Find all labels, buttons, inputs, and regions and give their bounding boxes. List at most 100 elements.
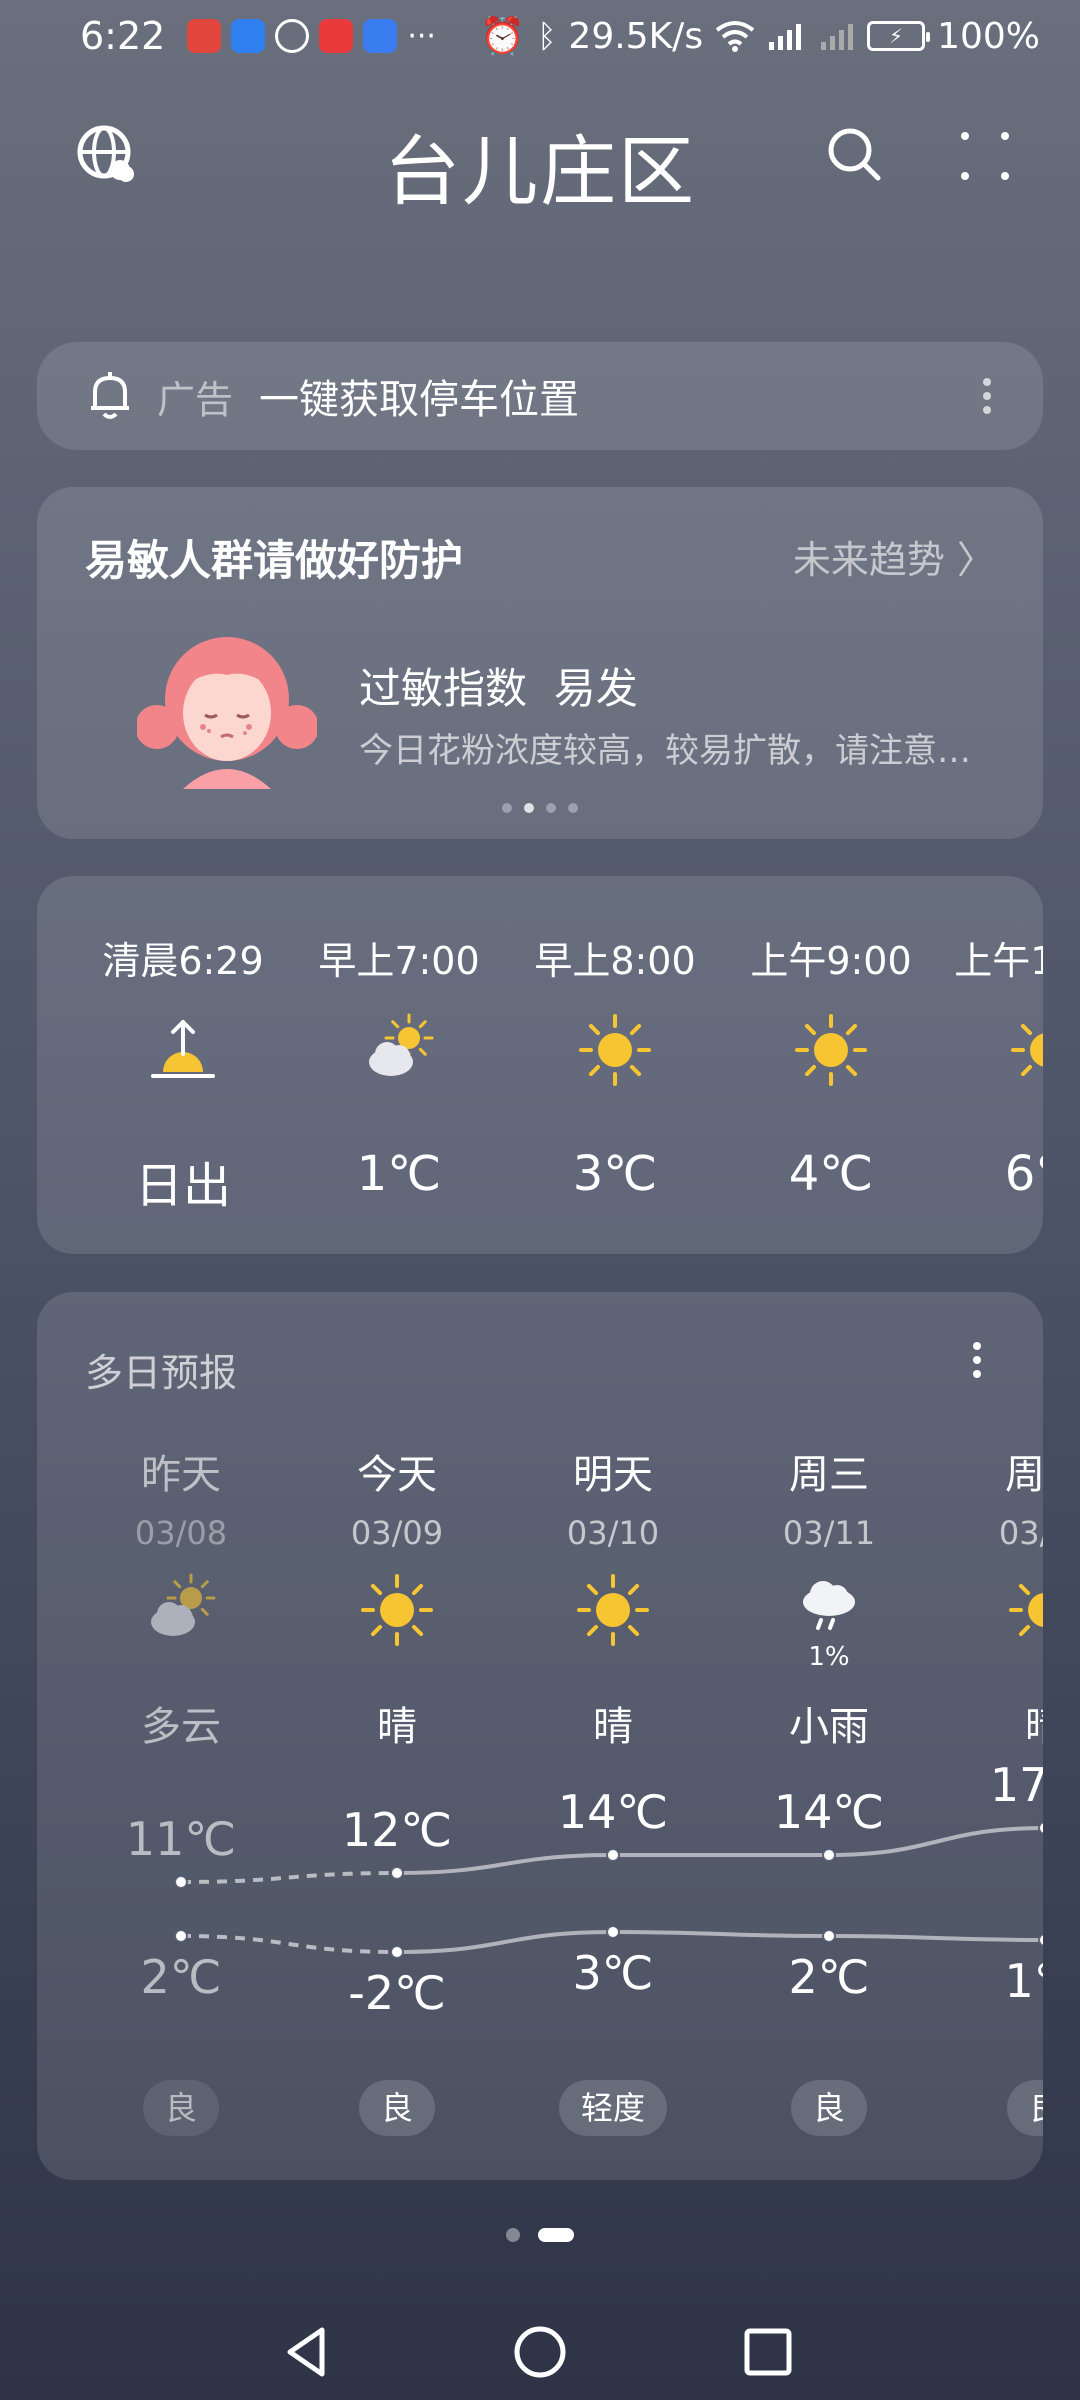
daily-item[interactable]: 明天 03/10 晴 14℃ 3℃ 轻度 [505,1292,721,2180]
aqi-badge: 良 [1006,2080,1043,2136]
ad-text[interactable]: 一键获取停车位置 [259,367,579,425]
allergy-index: 过敏指数 易发 [359,655,638,716]
ad-tag: 广告 [157,377,234,422]
day-condition: 晴 [593,1704,633,1750]
light-rain-icon [791,1572,867,1648]
home-icon[interactable] [508,2320,572,2384]
sunny-icon [1007,1572,1043,1648]
hourly-time: 上午9:00 [750,939,912,983]
net-speed: 29.5K/s [568,15,704,57]
day-date: 03/10 [566,1514,660,1552]
hourly-item[interactable]: 早上7:00 1℃ [289,876,509,1254]
day-name: 昨天 [141,1452,221,1498]
day-condition: 小雨 [789,1704,869,1750]
day-name: 今天 [357,1452,437,1498]
battery-icon: ⚡ [867,21,931,51]
day-high-temp: 14℃ [557,1785,669,1839]
hourly-value: 4℃ [788,1146,874,1202]
partly-cloudy-icon [361,1012,437,1088]
future-trend-link[interactable]: 未来趋势 〉 [793,529,995,584]
allergy-girl-illustration [137,637,317,789]
carousel-dot [546,803,556,813]
ad-more-icon[interactable] [981,376,993,416]
day-date: 03/12 [998,1514,1043,1552]
top-bar: 台儿庄区 [0,100,1080,216]
day-name: 明天 [573,1452,653,1498]
hourly-value: 3℃ [572,1146,658,1202]
signal-icon [769,24,802,50]
day-low-temp: 2℃ [788,1950,870,2004]
sunny-icon [575,1572,651,1648]
aqi-badge: 轻度 [558,2080,668,2136]
carousel-dots [37,803,1043,813]
page-dot-active [538,2228,574,2242]
day-name: 周四 [1005,1452,1043,1498]
allergy-index-label: 过敏指数 [359,664,528,713]
sunny-icon [1009,1012,1043,1088]
more-notifications-icon: ··· [407,18,436,54]
allergy-index-level: 易发 [553,664,638,713]
partly-cloudy-icon [143,1572,219,1648]
day-high-temp: 12℃ [341,1803,453,1857]
hourly-item[interactable]: 早上8:00 3℃ [505,876,725,1254]
search-icon[interactable] [824,124,884,184]
wifi-icon [715,21,755,52]
ad-banner[interactable]: 广告 一键获取停车位置 [37,342,1043,450]
allergy-description: 今日花粉浓度较高，较易扩散，请注意… [359,731,971,771]
hourly-time: 早上7:00 [318,939,480,983]
bell-icon [91,372,129,419]
more-options-icon[interactable] [955,126,1015,186]
aqi-badge: 良 [358,2080,436,2136]
day-date: 03/08 [134,1514,228,1552]
bluetooth-icon: ᛒ [537,17,557,55]
baidu-app-icon [363,19,398,53]
wechat-icon [275,19,310,53]
sunny-icon [577,1012,653,1088]
signal-2-icon [821,24,854,50]
daily-item[interactable]: 周三 03/11 1% 小雨 14℃ 2℃ 良 [721,1292,937,2180]
hourly-value: 日出 [134,1158,231,1214]
carousel-dot-active [524,803,534,813]
battery-percent: 100% [937,15,1040,57]
status-bar: 6:22 ··· ⏰ ᛒ 29.5K/s ⚡ 100% [0,0,1080,72]
day-high-temp: 14℃ [773,1785,885,1839]
day-low-temp: 2℃ [140,1950,222,2004]
carousel-dot [568,803,578,813]
shield-app-icon [231,19,266,53]
hourly-item[interactable]: 上午9:00 4℃ [721,876,941,1254]
daily-forecast-card[interactable]: 多日预报 昨天 03/08 多云 11℃ 2℃ 良 今天 03/09 晴 12℃… [37,1292,1043,2180]
back-icon[interactable] [276,2320,340,2384]
day-high-temp: 17℃ [989,1758,1043,1812]
day-low-temp: -2℃ [348,1966,446,2020]
recents-icon[interactable] [736,2320,800,2384]
hourly-item[interactable]: 上午10:00 6℃ [937,876,1043,1254]
precip-chance: 1% [808,1642,850,1672]
allergy-card[interactable]: 易敏人群请做好防护 未来趋势 〉 过敏指数 易发 今日花粉浓度较高，较易扩散，请… [37,487,1043,839]
daily-item[interactable]: 周四 03/12 晴 17℃ 1℃ 良 [937,1292,1043,2180]
navigation-bar [0,2300,1080,2400]
hourly-item[interactable]: 清晨6:29 日出 [73,876,293,1254]
hourly-time: 上午10:00 [954,939,1043,983]
city-title[interactable]: 台儿庄区 [0,110,1080,220]
daily-item[interactable]: 昨天 03/08 多云 11℃ 2℃ 良 [73,1292,289,2180]
day-low-temp: 1℃ [1004,1954,1043,2008]
allergy-title: 易敏人群请做好防护 [85,536,464,585]
page-indicator [0,2228,1080,2242]
hourly-time: 早上8:00 [534,939,696,983]
book-app-icon [319,19,354,53]
status-time: 6:22 [80,14,166,58]
day-high-temp: 11℃ [125,1812,237,1866]
hourly-value: 1℃ [356,1146,442,1202]
alarm-icon: ⏰ [480,16,526,57]
hourly-forecast-card[interactable]: 清晨6:29 日出 早上7:00 1℃ 早上8:00 3℃ 上午9:00 4℃ … [37,876,1043,1254]
day-low-temp: 3℃ [572,1946,654,2000]
day-condition: 晴 [937,1694,1043,1752]
page-dot [506,2228,520,2242]
day-condition: 晴 [377,1704,417,1750]
carousel-dot [502,803,512,813]
aqi-badge: 良 [142,2080,220,2136]
hourly-value: 6℃ [1004,1146,1043,1202]
huawei-app-icon [187,19,222,53]
daily-item[interactable]: 今天 03/09 晴 12℃ -2℃ 良 [289,1292,505,2180]
aqi-badge: 良 [790,2080,868,2136]
